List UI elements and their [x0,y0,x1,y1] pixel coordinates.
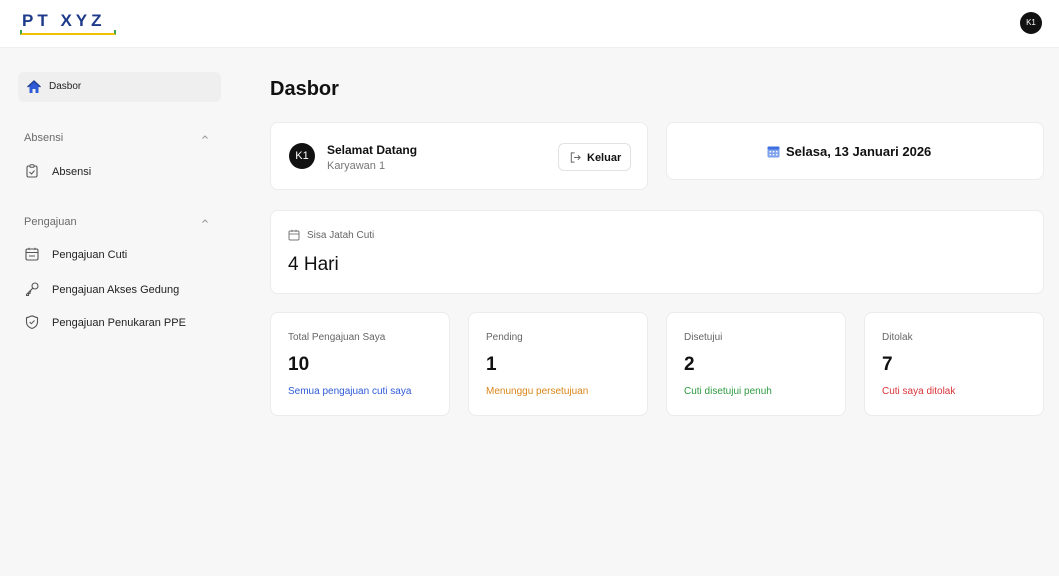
stat-description: Cuti disetujui penuh [684,386,772,397]
home-icon [27,80,41,93]
chevron-up-icon[interactable] [200,216,210,226]
sidebar-item-label: Absensi [52,166,92,178]
group-title-pengajuan: Pengajuan [24,216,77,228]
stat-value: 10 [288,354,310,375]
page-title: Dasbor [270,78,339,100]
sidebar-item-label: Pengajuan Akses Gedung [52,284,180,296]
current-date: Selasa, 13 Januari 2026 [786,144,932,159]
leave-balance-label: Sisa Jatah Cuti [307,230,375,241]
logo-underline [20,30,116,35]
calendar-icon [767,146,780,158]
leave-balance-card [270,210,1044,294]
logout-label: Keluar [587,152,622,164]
company-logo[interactable]: PT XYZ [20,11,108,31]
shield-icon [25,315,39,330]
group-title-absensi: Absensi [24,132,64,144]
top-bar: PT XYZ K1 [0,0,1059,48]
chevron-up-icon[interactable] [200,132,210,142]
calendar-icon [288,229,300,241]
stat-description: Semua pengajuan cuti saya [288,386,412,397]
sidebar: Dasbor Absensi Absensi Pengajuan Pengaju… [0,48,240,576]
stat-value: 7 [882,354,893,375]
stat-description: Cuti saya ditolak [882,386,956,397]
stat-value: 1 [486,354,497,375]
stat-label: Pending [486,332,523,343]
sidebar-item-label: Pengajuan Penukaran PPE [52,317,186,329]
welcome-user-name: Karyawan 1 [327,160,386,172]
sidebar-item-dasbor[interactable]: Dasbor [18,72,221,102]
stat-label: Ditolak [882,332,913,343]
stat-value: 2 [684,354,695,375]
stat-description: Menunggu persetujuan [486,386,589,397]
logout-icon [570,152,581,163]
calendar-icon [25,247,39,261]
sidebar-item-label: Pengajuan Cuti [52,249,128,261]
welcome-avatar: K1 [289,143,315,169]
stat-label: Total Pengajuan Saya [288,332,386,343]
stat-label: Disetujui [684,332,723,343]
welcome-greeting: Selamat Datang [327,143,418,157]
user-avatar[interactable]: K1 [1020,12,1042,34]
logout-button[interactable]: Keluar [558,143,631,171]
leave-balance-value: 4 Hari [288,254,339,275]
clipboard-icon [26,164,38,178]
key-icon [25,282,39,297]
sidebar-item-label: Dasbor [49,81,82,92]
